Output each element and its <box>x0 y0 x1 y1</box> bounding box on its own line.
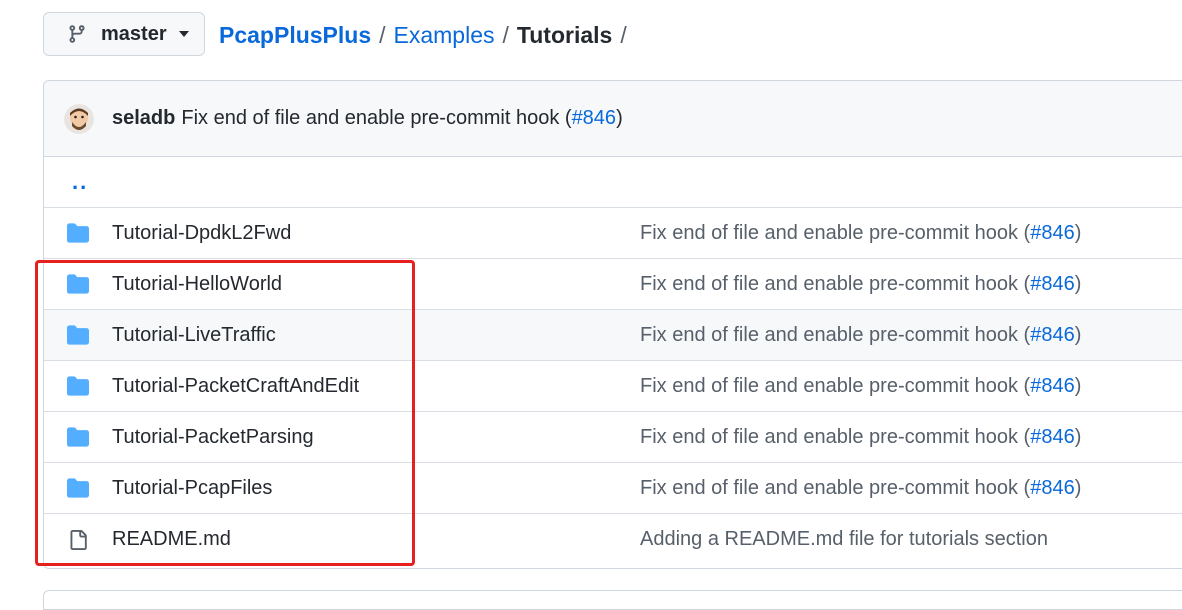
folder-icon <box>66 425 90 449</box>
file-browser: seladb Fix end of file and enable pre-co… <box>43 80 1182 569</box>
breadcrumb-separator: / <box>502 22 509 48</box>
file-row[interactable]: README.md Adding a README.md file for tut… <box>44 514 1182 565</box>
file-commit-pr-link[interactable]: #846 <box>1030 273 1075 295</box>
branch-selector-button[interactable]: master <box>43 12 205 56</box>
file-name-link[interactable]: Tutorial-PcapFiles <box>112 477 272 500</box>
file-commit-message[interactable]: Fix end of file and enable pre-commit ho… <box>640 324 1081 347</box>
breadcrumb-root-link[interactable]: PcapPlusPlus <box>219 20 371 50</box>
file-name-link[interactable]: README.md <box>112 528 231 551</box>
file-icon <box>66 528 90 552</box>
folder-icon <box>66 221 90 245</box>
file-name-link[interactable]: Tutorial-PacketParsing <box>112 426 314 449</box>
folder-icon <box>66 476 90 500</box>
file-row[interactable]: Tutorial-PacketParsing Fix end of file an… <box>44 412 1182 463</box>
file-commit-message[interactable]: Adding a README.md file for tutorials se… <box>640 528 1048 551</box>
file-commit-message[interactable]: Fix end of file and enable pre-commit ho… <box>640 222 1081 245</box>
file-commit-message-close: ) <box>1074 221 1082 244</box>
file-commit-message-text: Adding a README.md file for tutorials se… <box>640 528 1048 550</box>
file-row[interactable]: Tutorial-PcapFiles Fix end of file and en… <box>44 463 1182 514</box>
folder-icon <box>66 374 90 398</box>
file-commit-message[interactable]: Fix end of file and enable pre-commit ho… <box>640 375 1081 398</box>
file-commit-pr-link[interactable]: #846 <box>1030 222 1075 244</box>
file-commit-message[interactable]: Fix end of file and enable pre-commit ho… <box>640 477 1081 500</box>
file-commit-message-close: ) <box>1074 425 1082 448</box>
file-commit-message-close: ) <box>1074 272 1082 295</box>
file-name-link[interactable]: Tutorial-LiveTraffic <box>112 324 276 347</box>
readme-box <box>43 590 1182 610</box>
file-commit-pr-link[interactable]: #846 <box>1030 477 1075 499</box>
file-row[interactable]: Tutorial-HelloWorld Fix end of file and e… <box>44 259 1182 310</box>
file-commit-message[interactable]: Fix end of file and enable pre-commit ho… <box>640 273 1081 296</box>
commit-message[interactable]: Fix end of file and enable pre-commit ho… <box>181 107 622 130</box>
file-commit-pr-link[interactable]: #846 <box>1030 426 1075 448</box>
chevron-down-icon <box>178 31 189 37</box>
commit-author[interactable]: seladb <box>112 107 175 130</box>
breadcrumb-separator: / <box>620 22 627 48</box>
file-commit-message-text: Fix end of file and enable pre-commit ho… <box>640 425 1031 448</box>
file-commit-message-text: Fix end of file and enable pre-commit ho… <box>640 374 1031 397</box>
file-commit-message-text: Fix end of file and enable pre-commit ho… <box>640 323 1031 346</box>
file-commit-message-close: ) <box>1074 374 1082 397</box>
folder-icon <box>66 272 90 296</box>
commit-message-text: Fix end of file and enable pre-commit ho… <box>181 107 572 129</box>
file-name-link[interactable]: Tutorial-PacketCraftAndEdit <box>112 375 359 398</box>
file-name-link[interactable]: Tutorial-HelloWorld <box>112 273 282 296</box>
file-commit-message-text: Fix end of file and enable pre-commit ho… <box>640 476 1031 499</box>
folder-icon <box>66 323 90 347</box>
avatar[interactable] <box>64 103 94 134</box>
file-row[interactable]: Tutorial-PacketCraftAndEdit Fix end of fi… <box>44 361 1182 412</box>
latest-commit-bar: seladb Fix end of file and enable pre-co… <box>44 81 1182 157</box>
branch-name: master <box>101 22 167 45</box>
file-commit-message-close: ) <box>1074 476 1082 499</box>
file-commit-pr-link[interactable]: #846 <box>1030 375 1075 397</box>
parent-directory-link[interactable]: .. <box>44 157 1182 208</box>
breadcrumb-current: Tutorials <box>516 22 613 48</box>
git-branch-icon <box>67 24 87 44</box>
commit-message-close: ) <box>616 107 623 129</box>
file-commit-message-text: Fix end of file and enable pre-commit ho… <box>640 272 1031 295</box>
file-row[interactable]: Tutorial-LiveTraffic Fix end of file and … <box>44 310 1182 361</box>
file-commit-pr-link[interactable]: #846 <box>1030 324 1075 346</box>
commit-pr-link[interactable]: #846 <box>572 107 617 129</box>
breadcrumb: PcapPlusPlus / Examples / Tutorials / <box>219 20 635 50</box>
file-commit-message-close: ) <box>1074 323 1082 346</box>
breadcrumb-examples-link[interactable]: Examples <box>394 20 495 50</box>
file-name-link[interactable]: Tutorial-DpdkL2Fwd <box>112 222 291 245</box>
breadcrumb-separator: / <box>379 22 386 48</box>
file-commit-message-text: Fix end of file and enable pre-commit ho… <box>640 221 1031 244</box>
parent-directory-label: .. <box>72 169 89 194</box>
file-row[interactable]: Tutorial-DpdkL2Fwd Fix end of file and en… <box>44 208 1182 259</box>
file-commit-message[interactable]: Fix end of file and enable pre-commit ho… <box>640 426 1081 449</box>
